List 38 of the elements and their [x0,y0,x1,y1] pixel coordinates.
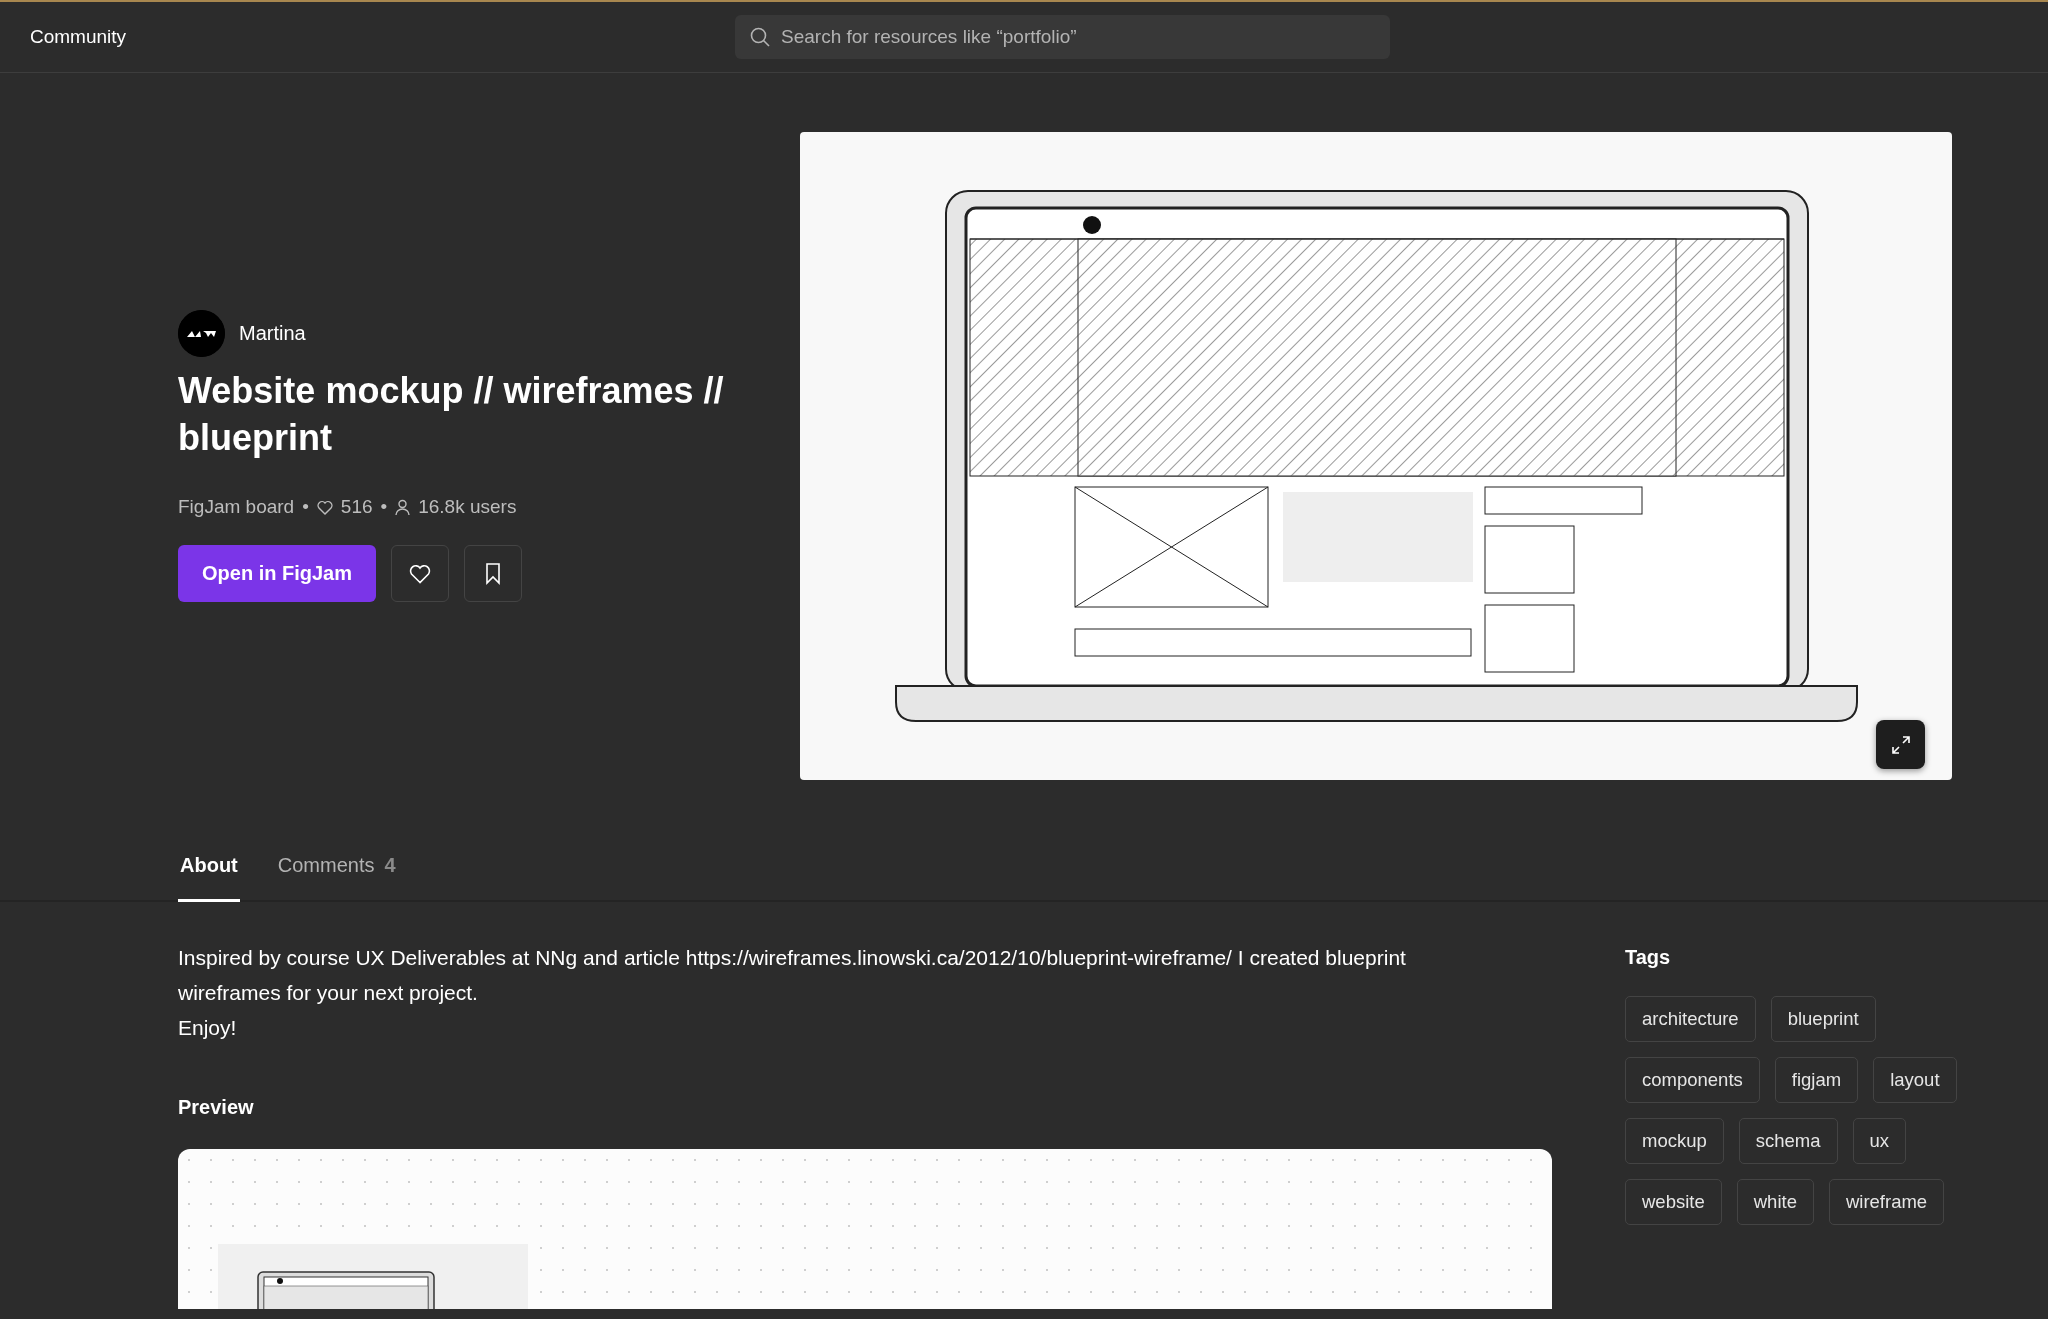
tag-chip[interactable]: architecture [1625,996,1756,1042]
tag-chip[interactable]: blueprint [1770,996,1876,1042]
tag-chip[interactable]: mockup [1625,1118,1724,1164]
comment-count: 4 [384,854,396,877]
expand-icon [1889,733,1912,756]
tag-chip[interactable]: wireframe [1828,1179,1945,1225]
community-title[interactable]: Community [30,26,127,48]
separator-dot: • [380,496,388,518]
expand-button[interactable] [1876,720,1925,769]
tags-heading: Tags [1625,945,1672,970]
author-name[interactable]: Martina [239,322,306,345]
search-icon [749,26,771,48]
tag-chip[interactable]: layout [1873,1057,1957,1103]
search-field[interactable]: Search for resources like “portfolio” [735,15,1390,59]
tag-chip[interactable]: white [1736,1179,1814,1225]
like-button[interactable] [391,545,450,602]
resource-type: FigJam board [178,496,295,518]
users-count: 16.8k users [418,496,517,518]
preview-heading: Preview [178,1095,255,1120]
heart-icon [409,563,432,584]
tag-chip[interactable]: figjam [1774,1057,1859,1103]
tab[interactable]: Comments 4 [275,832,398,902]
resource-title: Website mockup // wireframes // blueprint [178,369,725,460]
separator-dot: • [302,496,309,518]
description-text: Enjoy! [178,1015,238,1041]
person-icon [395,498,411,516]
tag-chip[interactable]: website [1625,1179,1722,1225]
bookmark-icon [485,562,502,585]
description-text: Inspired by course UX Deliverables at NNg and article https://wireframes.linowski.ca/2012/10/blueprint-wireframe/ I created blueprint wireframes for your next project. [178,945,1407,1006]
likes-count: 516 [340,496,373,518]
tag-chip[interactable]: components [1625,1057,1760,1103]
bookmark-button[interactable] [464,545,523,602]
tab[interactable]: About [178,832,240,902]
open-in-figjam-button[interactable]: Open in FigJam [178,545,377,602]
heart-icon [316,499,333,515]
tag-chip[interactable]: schema [1738,1118,1838,1164]
tag-chip[interactable]: ux [1852,1118,1907,1164]
avatar-logo[interactable] [178,310,225,357]
